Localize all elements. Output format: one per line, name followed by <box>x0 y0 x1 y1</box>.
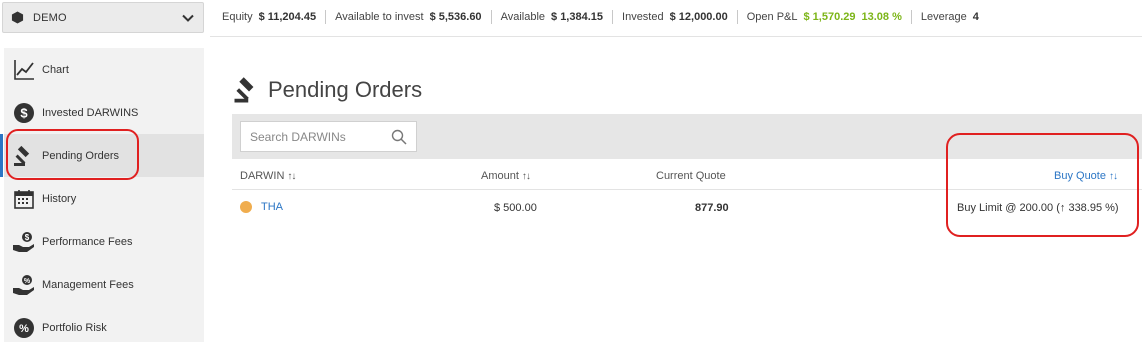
sidebar: Chart $ Invested DARWINS Pending Orders … <box>0 48 204 342</box>
top-bar: DEMO Equity $ 11,204.45 Available to inv… <box>0 0 1142 36</box>
column-header-amount[interactable]: Amount ↑↓ <box>481 170 531 182</box>
calendar-icon <box>12 187 36 211</box>
sidebar-item-label: Portfolio Risk <box>42 321 107 334</box>
metric-label: Equity <box>222 11 253 23</box>
page-header: Pending Orders <box>232 70 1142 110</box>
search-icon[interactable] <box>391 129 407 145</box>
filter-bar <box>232 114 1142 159</box>
current-quote-cell: 877.90 <box>695 202 729 214</box>
dollar-icon: $ <box>12 101 36 125</box>
sidebar-item-label: History <box>42 192 77 205</box>
metric-label: Invested <box>622 11 664 23</box>
sidebar-item-label: Chart <box>42 63 69 76</box>
metric-value: $ 11,204.45 <box>258 11 317 23</box>
sort-icon: ↑↓ <box>287 170 296 182</box>
metric-label: Available to invest <box>335 11 424 23</box>
account-selector[interactable]: DEMO <box>2 2 204 33</box>
gavel-icon <box>12 144 36 168</box>
metric-value: $ 1,384.15 <box>551 11 604 23</box>
sidebar-item-label: Performance Fees <box>42 235 133 248</box>
account-name: DEMO <box>33 11 67 24</box>
svg-text:%: % <box>19 323 29 335</box>
hand-percent-icon: % <box>12 273 36 297</box>
metric-invested: Invested $ 12,000.00 <box>612 10 737 24</box>
chevron-down-icon <box>182 14 194 22</box>
buy-quote-text: Buy Limit @ 200.00 ( <box>957 202 1060 214</box>
sidebar-item-portfolio-risk[interactable]: % Portfolio Risk <box>4 306 204 349</box>
metric-label: Available <box>500 11 546 23</box>
metric-value: $ 5,536.60 <box>429 11 482 23</box>
sidebar-item-invested-darwins[interactable]: $ Invested DARWINS <box>4 91 204 134</box>
chart-icon <box>12 58 36 82</box>
buy-quote-percent: 338.95 %) <box>1065 202 1119 214</box>
search-input[interactable] <box>250 129 390 144</box>
darwin-cell: THA <box>240 201 283 214</box>
table-row[interactable]: THA $ 500.00 877.90 Buy Limit @ 200.00 (… <box>232 198 1142 220</box>
column-label: DARWIN <box>240 170 285 182</box>
sidebar-item-performance-fees[interactable]: $ Performance Fees <box>4 220 204 263</box>
svg-text:%: % <box>24 278 31 285</box>
table-header: DARWIN ↑↓ Amount ↑↓ Current Quote Buy Qu… <box>232 162 1142 190</box>
divider <box>210 36 1142 37</box>
metric-open-pnl: Open P&L $ 1,570.29 13.08 % <box>736 10 911 24</box>
sidebar-item-label: Pending Orders <box>42 149 120 162</box>
metric-label: Open P&L <box>746 11 798 23</box>
column-label: Amount <box>481 170 519 182</box>
percent-icon: % <box>12 316 36 340</box>
metric-leverage: Leverage 4 <box>910 10 988 24</box>
column-header-darwin[interactable]: DARWIN ↑↓ <box>240 170 296 182</box>
sort-icon: ↑↓ <box>521 170 531 182</box>
metric-equity: Equity $ 11,204.45 <box>212 10 325 24</box>
search-box[interactable] <box>240 121 417 152</box>
hexagon-icon <box>11 11 24 24</box>
metric-available: Available $ 1,384.15 <box>490 10 612 24</box>
sidebar-item-management-fees[interactable]: % Management Fees <box>4 263 204 306</box>
svg-text:$: $ <box>20 105 28 120</box>
metric-value: 4 <box>972 11 979 23</box>
sidebar-item-history[interactable]: History <box>4 177 204 220</box>
main-content: Pending Orders DARWIN ↑↓ Amount ↑↓ Curre… <box>232 70 1142 214</box>
gavel-icon <box>234 77 254 103</box>
metric-value: $ 12,000.00 <box>669 11 728 23</box>
hand-coin-icon: $ <box>12 230 36 254</box>
metric-available-to-invest: Available to invest $ 5,536.60 <box>325 10 490 24</box>
column-label: Current Quote <box>656 170 726 182</box>
metric-value: $ 1,570.29 <box>803 11 856 23</box>
metric-percent: 13.08 % <box>861 11 902 23</box>
column-label: Buy Quote <box>1054 170 1106 182</box>
sidebar-item-label: Invested DARWINS <box>42 106 139 119</box>
column-header-current-quote: Current Quote <box>656 170 726 182</box>
svg-text:$: $ <box>25 233 30 242</box>
amount-cell: $ 500.00 <box>494 202 537 214</box>
status-dot <box>240 201 252 214</box>
metric-label: Leverage <box>920 11 967 23</box>
page-title: Pending Orders <box>268 77 423 102</box>
sidebar-item-chart[interactable]: Chart <box>4 48 204 91</box>
sort-icon: ↑↓ <box>1108 170 1118 182</box>
account-metrics: Equity $ 11,204.45 Available to invest $… <box>212 0 988 34</box>
buy-quote-cell: Buy Limit @ 200.00 (↑ 338.95 %) <box>957 202 1119 214</box>
sidebar-item-pending-orders[interactable]: Pending Orders <box>0 134 204 177</box>
column-header-buy-quote[interactable]: Buy Quote ↑↓ <box>1054 170 1118 182</box>
darwin-link[interactable]: THA <box>261 201 283 213</box>
sidebar-item-label: Management Fees <box>42 278 134 291</box>
